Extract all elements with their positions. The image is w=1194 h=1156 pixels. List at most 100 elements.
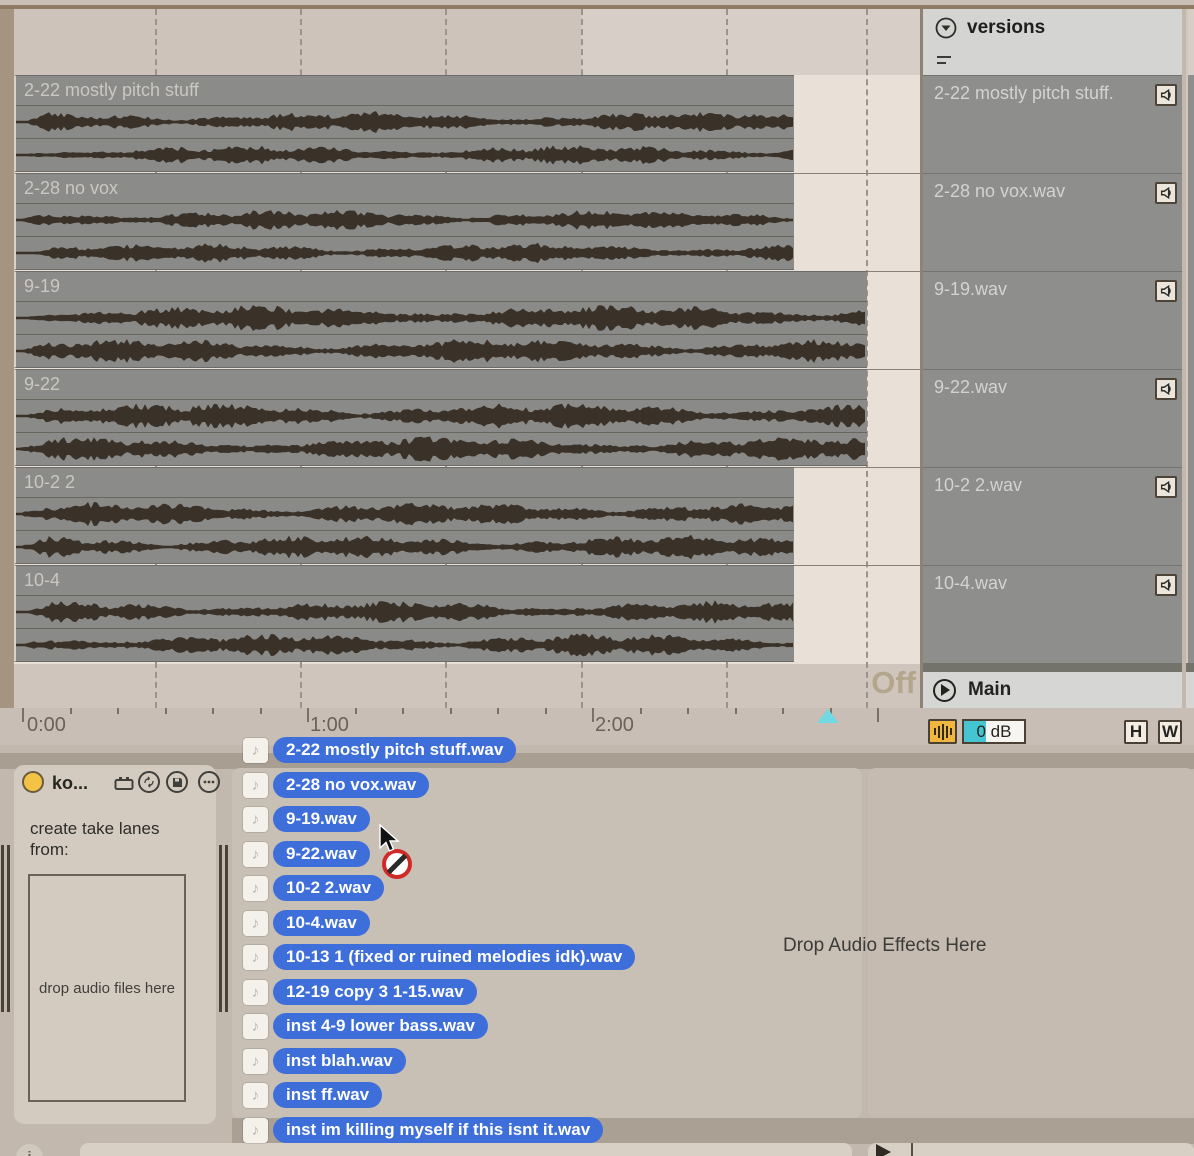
audio-clip[interactable]: 10-4 [14,565,794,662]
clip-title[interactable]: 2-22 mostly pitch stuff [16,76,794,106]
track-name[interactable]: 9-22.wav [934,377,1007,398]
group-track-subrow[interactable] [923,47,1182,76]
audio-clip[interactable]: 10-2 2 [14,467,794,564]
device-type-icon [114,776,134,791]
device-resize-handle-right[interactable] [219,845,229,1012]
save-preset-button[interactable] [166,771,188,793]
waveform-lane [16,433,867,465]
waveform-lane [16,629,794,661]
speaker-icon [1159,480,1173,494]
volume-field[interactable]: 0 dB [962,719,1026,744]
main-track-header[interactable]: Main [923,672,1182,708]
audio-file-icon: ♪ [243,980,268,1005]
dragged-file[interactable]: ♪10-13 1 (fixed or ruined melodies idk).… [243,944,635,970]
track-name[interactable]: 2-22 mostly pitch stuff. [934,83,1114,104]
dragged-file[interactable]: ♪inst im killing myself if this isnt it.… [243,1117,603,1143]
clip-title[interactable]: 9-19 [16,272,867,302]
track-header[interactable]: 2-22 mostly pitch stuff. [923,75,1182,173]
track-speaker-button[interactable] [1155,182,1177,204]
audio-file-icon: ♪ [243,842,268,867]
audio-file-icon: ♪ [243,876,268,901]
output-meter-button[interactable] [928,719,957,744]
audio-clip[interactable]: 9-19 [14,271,867,368]
preview-play-icon[interactable] [876,1144,891,1156]
track-header[interactable]: 9-19.wav [923,271,1182,369]
dragged-file[interactable]: ♪2-28 no vox.wav [243,772,429,798]
track-name[interactable]: 10-4.wav [934,573,1007,594]
drop-audio-effects-label: Drop Audio Effects Here [783,935,986,957]
arrangement-scratch-area-highlight[interactable] [581,9,920,75]
info-icon: i [16,1144,43,1156]
track-header[interactable]: 9-22.wav [923,369,1182,467]
audio-files-dropzone[interactable]: drop audio files here [28,874,186,1102]
dragged-file[interactable]: ♪10-2 2.wav [243,875,384,901]
width-button[interactable]: W [1158,720,1182,744]
dragged-file[interactable]: ♪inst blah.wav [243,1048,406,1074]
dragged-file[interactable]: ♪12-19 copy 3 1-15.wav [243,979,477,1005]
audio-clip[interactable]: 2-22 mostly pitch stuff [14,75,794,172]
track-header[interactable]: 2-28 no vox.wav [923,173,1182,271]
waveform-lane [16,302,867,335]
audio-file-icon: ♪ [243,1049,268,1074]
file-name-pill: inst ff.wav [273,1082,382,1108]
device-resize-handle-left[interactable] [1,845,11,1012]
dragged-file[interactable]: ♪inst 4-9 lower bass.wav [243,1013,488,1039]
audio-clip[interactable]: 2-28 no vox [14,173,794,270]
status-bar-divider [911,1143,913,1156]
audio-file-icon: ♪ [243,807,268,832]
audio-file-icon: ♪ [243,738,268,763]
track-speaker-button[interactable] [1155,476,1177,498]
group-track-header[interactable]: versions [923,9,1182,47]
device-activator-toggle[interactable] [22,771,44,793]
volume-value: 0 dB [964,721,1024,742]
take-lanes-device[interactable]: ko... create take lanes from: drop audio… [14,765,216,1124]
clip-title[interactable]: 10-2 2 [16,468,794,498]
waveform-lane [16,596,794,629]
fold-arrow-icon[interactable] [935,17,957,39]
waveform-lane [16,335,867,367]
speaker-icon [1159,578,1173,592]
group-track-name: versions [967,17,1045,39]
speaker-icon [1159,284,1173,298]
file-name-pill: inst 4-9 lower bass.wav [273,1013,488,1039]
play-icon[interactable] [933,679,956,702]
file-name-pill: 10-13 1 (fixed or ruined melodies idk).w… [273,944,635,970]
track-speaker-button[interactable] [1155,378,1177,400]
audio-file-icon: ♪ [243,773,268,798]
speaker-icon [1159,186,1173,200]
waveform-lane [16,106,794,139]
dragged-file[interactable]: ♪2-22 mostly pitch stuff.wav [243,737,516,763]
track-name[interactable]: 9-19.wav [934,279,1007,300]
dragged-file[interactable]: ♪10-4.wav [243,910,370,936]
track-speaker-button[interactable] [1155,280,1177,302]
hot-swap-button[interactable] [138,771,160,793]
clip-title[interactable]: 2-28 no vox [16,174,794,204]
automation-row[interactable]: Off [14,664,920,708]
arrangement-scratch-area[interactable] [14,9,581,75]
cropped-panel-sliver [1186,0,1194,745]
audio-file-icon: ♪ [243,1083,268,1108]
track-speaker-button[interactable] [1155,84,1177,106]
automation-off-label: Off [871,665,916,701]
clip-title[interactable]: 9-22 [16,370,867,400]
track-speaker-button[interactable] [1155,574,1177,596]
clip-title[interactable]: 10-4 [16,566,794,596]
speaker-icon [1159,88,1173,102]
file-name-pill: 12-19 copy 3 1-15.wav [273,979,477,1005]
waveform-lane [16,400,867,433]
playhead-marker[interactable] [817,709,839,723]
dragged-file[interactable]: ♪9-22.wav [243,841,370,867]
dragged-file[interactable]: ♪9-19.wav [243,806,370,832]
arrangement-left-margin [0,9,14,708]
track-name[interactable]: 2-28 no vox.wav [934,181,1065,202]
track-header[interactable]: 10-2 2.wav [923,467,1182,565]
automation-lanes-icon[interactable] [937,56,951,64]
track-header[interactable]: 10-4.wav [923,565,1182,663]
device-title[interactable]: ko... [52,773,88,794]
audio-file-icon: ♪ [243,945,268,970]
height-button[interactable]: H [1124,720,1148,744]
more-options-button[interactable] [198,771,220,793]
track-name[interactable]: 10-2 2.wav [934,475,1022,496]
dragged-file[interactable]: ♪inst ff.wav [243,1082,382,1108]
audio-clip[interactable]: 9-22 [14,369,867,466]
